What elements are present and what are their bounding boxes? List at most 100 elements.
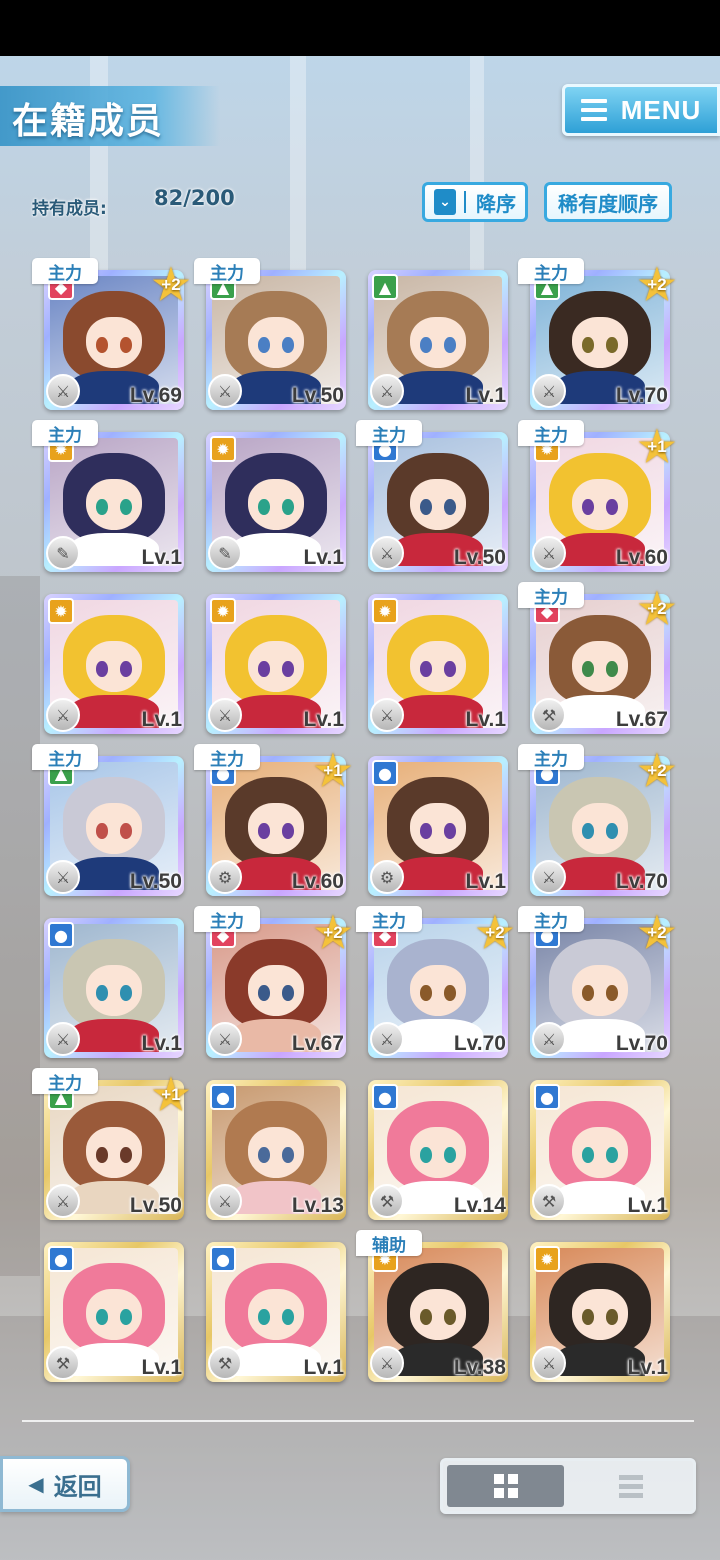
sword-icon: ⚔ xyxy=(46,860,80,894)
card-level: Lv.1 xyxy=(303,1356,344,1379)
card-level: Lv.50 xyxy=(129,1194,182,1217)
member-card[interactable]: ● ⚒ Lv.1 xyxy=(206,1242,346,1382)
member-card[interactable]: ● ⚙ Lv.1 xyxy=(368,756,508,896)
character-eye xyxy=(258,1309,270,1325)
member-card[interactable]: ● ⚔ Lv.1 xyxy=(44,918,184,1058)
card-level: Lv.70 xyxy=(615,870,668,893)
sword-icon: ⚔ xyxy=(370,698,404,732)
member-card[interactable]: ◆ ★ +2 ⚔ Lv.67 xyxy=(206,912,352,1058)
member-card[interactable]: ✹ ⚔ Lv.1 xyxy=(44,594,184,734)
back-button[interactable]: ◀ 返回 xyxy=(0,1456,130,1512)
card-level: Lv.1 xyxy=(141,708,182,731)
member-card[interactable]: ● ⚒ Lv.1 xyxy=(44,1242,184,1382)
character-eye xyxy=(444,985,456,1001)
member-card[interactable]: ▲ ⚔ Lv.1 xyxy=(368,270,508,410)
grid-view-icon xyxy=(493,1474,518,1498)
member-card[interactable]: ▲ ⚔ Lv.50 xyxy=(44,756,184,896)
star-badge-icon: ★ +1 xyxy=(314,747,352,794)
grid-view-button[interactable] xyxy=(447,1465,564,1507)
member-card[interactable]: ▲ ★ +2 ⚔ Lv.70 xyxy=(530,264,676,410)
character-eye xyxy=(120,823,132,839)
character-eye xyxy=(96,1309,108,1325)
card-level: Lv.60 xyxy=(615,546,668,569)
member-card[interactable]: ● ⚒ Lv.1 xyxy=(530,1080,670,1220)
character-eye xyxy=(258,1147,270,1163)
member-card[interactable]: ● ⚒ Lv.14 xyxy=(368,1080,508,1220)
card-level: Lv.50 xyxy=(453,546,506,569)
card-level: Lv.1 xyxy=(141,1032,182,1055)
character-face xyxy=(247,316,305,369)
character-face xyxy=(409,802,467,855)
star-badge-text: +2 xyxy=(323,923,343,942)
star-badge-text: +2 xyxy=(647,923,667,942)
member-card[interactable]: ◆ ★ +2 ⚒ Lv.67 xyxy=(530,588,676,734)
member-card[interactable]: ● ⚔ Lv.50 xyxy=(368,432,508,572)
role-tag: 主力 xyxy=(518,258,584,284)
character-eye xyxy=(420,337,432,353)
character-face xyxy=(85,316,143,369)
sort-order-button[interactable]: ⌄ 降序 xyxy=(422,182,528,222)
holding-members-count: 82/200 xyxy=(154,186,235,210)
member-card[interactable]: ✹ ★ +1 ⚔ Lv.60 xyxy=(530,426,676,572)
member-list-screen: 在籍成员 MENU 持有成员: 82/200 ⌄ 降序 稀有度顺序 ◆ ★ +2 ⚔ L… xyxy=(0,56,720,1560)
role-tag: 主力 xyxy=(32,420,98,446)
member-card[interactable]: ● ★ +2 ⚔ Lv.70 xyxy=(530,912,676,1058)
member-card[interactable]: ✹ ⚔ Lv.1 xyxy=(206,594,346,734)
list-view-button[interactable] xyxy=(572,1465,689,1507)
character-eye xyxy=(120,661,132,677)
character-face xyxy=(571,1288,629,1341)
member-card[interactable]: ✹ ✎ Lv.1 xyxy=(44,432,184,572)
role-tag: 主力 xyxy=(194,258,260,284)
character-eye xyxy=(282,661,294,677)
wrench-icon: ✎ xyxy=(208,536,242,570)
card-level: Lv.69 xyxy=(129,384,182,407)
back-arrow-icon: ◀ xyxy=(28,1472,44,1496)
member-card[interactable]: ▲ ⚔ Lv.50 xyxy=(206,270,346,410)
character-face xyxy=(409,1288,467,1341)
member-card[interactable]: ✹ ⚔ Lv.38 xyxy=(368,1242,508,1382)
member-card[interactable]: ● ★ +2 ⚔ Lv.70 xyxy=(530,750,676,896)
member-card[interactable]: ● ★ +1 ⚙ Lv.60 xyxy=(206,750,352,896)
character-eye xyxy=(282,823,294,839)
attribute-blue-icon: ● xyxy=(210,1084,236,1110)
character-face xyxy=(409,1126,467,1179)
attribute-yellow-icon: ✹ xyxy=(372,598,398,624)
character-eye xyxy=(96,985,108,1001)
card-level: Lv.14 xyxy=(453,1194,506,1217)
member-card[interactable]: ◆ ★ +2 ⚔ Lv.70 xyxy=(368,912,514,1058)
card-level: Lv.38 xyxy=(453,1356,506,1379)
role-tag: 主力 xyxy=(194,744,260,770)
member-card[interactable]: ✹ ⚔ Lv.1 xyxy=(530,1242,670,1382)
member-card[interactable]: ✹ ✎ Lv.1 xyxy=(206,432,346,572)
character-face xyxy=(85,964,143,1017)
role-tag: 主力 xyxy=(32,258,98,284)
star-badge-text: +2 xyxy=(485,923,505,942)
card-level: Lv.1 xyxy=(465,870,506,893)
member-card[interactable]: ✹ ⚔ Lv.1 xyxy=(368,594,508,734)
sword-icon: ⚔ xyxy=(46,698,80,732)
role-tag: 主力 xyxy=(518,906,584,932)
character-eye xyxy=(444,1309,456,1325)
menu-button[interactable]: MENU xyxy=(562,84,720,136)
character-eye xyxy=(282,1309,294,1325)
role-tag: 主力 xyxy=(32,744,98,770)
character-eye xyxy=(282,337,294,353)
divider xyxy=(464,191,466,213)
member-card[interactable]: ● ⚔ Lv.13 xyxy=(206,1080,346,1220)
sword-icon: ⚔ xyxy=(370,374,404,408)
character-face xyxy=(247,478,305,531)
member-card[interactable]: ◆ ★ +2 ⚔ Lv.69 xyxy=(44,264,190,410)
sort-rarity-label: 稀有度顺序 xyxy=(558,191,658,216)
character-eye xyxy=(120,1309,132,1325)
star-badge-icon: ★ +2 xyxy=(314,909,352,956)
character-eye xyxy=(582,1309,594,1325)
character-face xyxy=(85,478,143,531)
sort-rarity-button[interactable]: 稀有度顺序 xyxy=(544,182,672,222)
sort-down-icon: ⌄ xyxy=(434,189,456,215)
attribute-green-icon: ▲ xyxy=(372,274,398,300)
card-level: Lv.60 xyxy=(291,870,344,893)
role-tag: 主力 xyxy=(518,420,584,446)
member-card[interactable]: ▲ ★ +1 ⚔ Lv.50 xyxy=(44,1074,190,1220)
role-tag: 主力 xyxy=(194,906,260,932)
character-eye xyxy=(582,337,594,353)
